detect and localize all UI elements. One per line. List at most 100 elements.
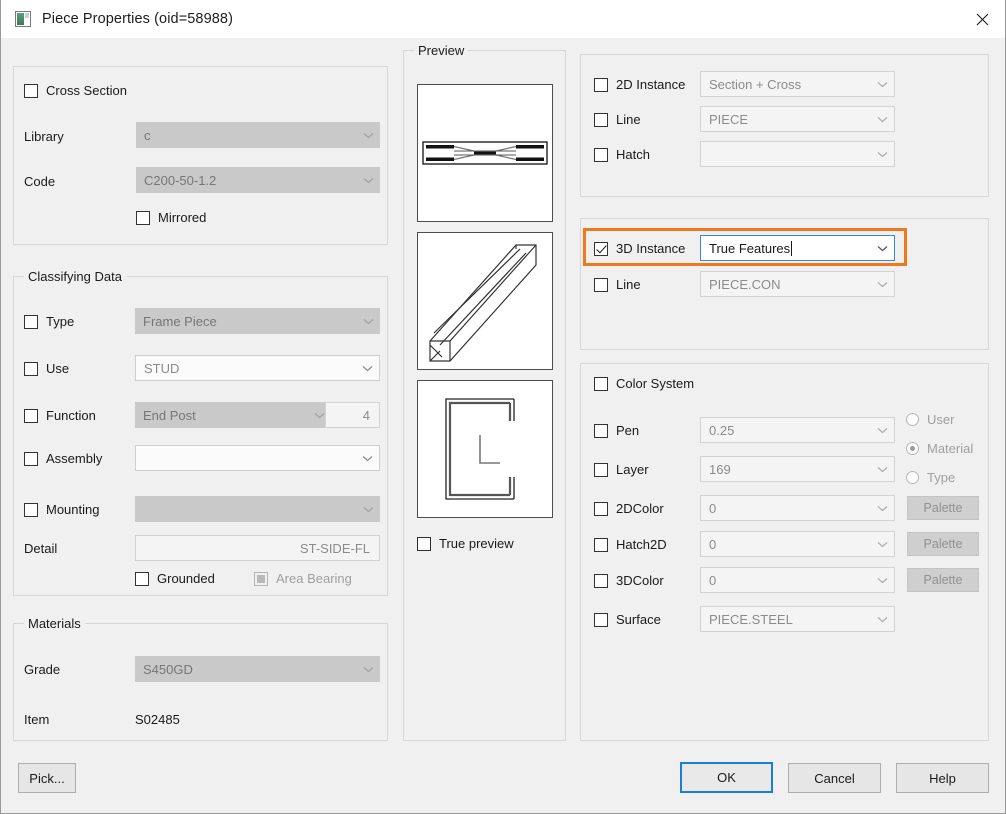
layer-combobox[interactable]: 169 <box>700 456 895 482</box>
cross-section-top-view <box>417 84 553 222</box>
grade-combobox[interactable]: S450GD <box>135 656 380 682</box>
ok-button[interactable]: OK <box>680 762 773 793</box>
instance-3d-combobox[interactable]: True Features <box>700 235 895 261</box>
instance-3d-checkbox[interactable] <box>594 242 608 256</box>
2dcolor-label: 2DColor <box>616 501 664 516</box>
surface-combobox[interactable]: PIECE.STEEL <box>700 606 895 632</box>
assembly-checkbox-row[interactable]: Assembly <box>24 451 102 466</box>
grounded-checkbox[interactable] <box>135 572 149 586</box>
instance-2d-combobox[interactable]: Section + Cross <box>700 71 895 97</box>
3dcolor-checkbox[interactable] <box>594 574 608 588</box>
true-preview-label: True preview <box>439 536 514 551</box>
3dcolor-combobox[interactable]: 0 <box>700 567 895 593</box>
detail-field[interactable]: ST-SIDE-FL <box>135 535 380 561</box>
function-checkbox-row[interactable]: Function <box>24 408 96 423</box>
library-value: c <box>136 128 356 143</box>
instance-2d-checkbox[interactable] <box>594 78 608 92</box>
line-2d-label: Line <box>616 112 641 127</box>
radio-user-row[interactable]: User <box>906 412 954 427</box>
true-preview-checkbox-row[interactable]: True preview <box>417 536 514 551</box>
line-3d-checkbox-row[interactable]: Line <box>594 277 641 292</box>
surface-checkbox[interactable] <box>594 613 608 627</box>
pick-button[interactable]: Pick... <box>18 763 76 793</box>
mirrored-checkbox[interactable] <box>136 211 150 225</box>
close-icon[interactable] <box>959 0 1005 38</box>
radio-type-row[interactable]: Type <box>906 470 955 485</box>
hatch-2d-checkbox[interactable] <box>594 148 608 162</box>
radio-type[interactable] <box>906 471 919 484</box>
hatch-2d-label: Hatch <box>616 147 650 162</box>
library-label: Library <box>24 129 64 144</box>
hatch2d-checkbox-row[interactable]: Hatch2D <box>594 537 667 552</box>
cancel-button[interactable]: Cancel <box>788 763 881 793</box>
mounting-combobox[interactable] <box>135 496 380 522</box>
3dcolor-checkbox-row[interactable]: 3DColor <box>594 573 664 588</box>
help-button[interactable]: Help <box>896 763 989 793</box>
hatch2d-combobox[interactable]: 0 <box>700 531 895 557</box>
line-2d-checkbox[interactable] <box>594 113 608 127</box>
use-value: STUD <box>136 361 355 376</box>
color-system-checkbox[interactable] <box>594 377 608 391</box>
pen-combobox[interactable]: 0.25 <box>700 417 895 443</box>
hatch2d-palette-button[interactable]: Palette <box>907 532 979 556</box>
line-2d-value: PIECE <box>701 112 870 127</box>
instance-2d-checkbox-row[interactable]: 2D Instance <box>594 77 685 92</box>
color-system-group: Color System Pen 0.25 Layer 169 2DC <box>580 363 989 741</box>
assembly-combobox[interactable] <box>135 445 380 471</box>
line-2d-combobox[interactable]: PIECE <box>700 106 895 132</box>
code-label: Code <box>24 174 55 189</box>
radio-user[interactable] <box>906 413 919 426</box>
hatch-2d-checkbox-row[interactable]: Hatch <box>594 147 650 162</box>
assembly-checkbox[interactable] <box>24 452 38 466</box>
true-preview-checkbox[interactable] <box>417 537 431 551</box>
hatch2d-checkbox[interactable] <box>594 538 608 552</box>
line-3d-checkbox[interactable] <box>594 278 608 292</box>
pen-checkbox-row[interactable]: Pen <box>594 423 639 438</box>
mirrored-checkbox-row[interactable]: Mirrored <box>136 210 206 225</box>
mirrored-label: Mirrored <box>158 210 206 225</box>
cross-section-checkbox-row[interactable]: Cross Section <box>24 83 127 98</box>
chevron-down-icon <box>870 568 894 592</box>
color-system-checkbox-row[interactable]: Color System <box>594 376 694 391</box>
pick-button-label: Pick... <box>29 771 64 786</box>
2dcolor-checkbox-row[interactable]: 2DColor <box>594 501 664 516</box>
2dcolor-checkbox[interactable] <box>594 502 608 516</box>
assembly-label: Assembly <box>46 451 102 466</box>
color-system-label: Color System <box>616 376 694 391</box>
library-combobox[interactable]: c <box>136 122 380 148</box>
type-combobox[interactable]: Frame Piece <box>135 308 380 334</box>
grounded-checkbox-row[interactable]: Grounded <box>135 571 215 586</box>
use-combobox[interactable]: STUD <box>135 355 380 381</box>
layer-checkbox[interactable] <box>594 463 608 477</box>
layer-checkbox-row[interactable]: Layer <box>594 462 649 477</box>
code-combobox[interactable]: C200-50-1.2 <box>136 167 380 193</box>
3dcolor-palette-button[interactable]: Palette <box>907 568 979 592</box>
detail-label: Detail <box>24 541 57 556</box>
hatch-2d-combobox[interactable] <box>700 141 895 167</box>
radio-type-label: Type <box>927 470 955 485</box>
type-checkbox-row[interactable]: Type <box>24 314 74 329</box>
2dcolor-palette-button[interactable]: Palette <box>907 496 979 520</box>
function-checkbox[interactable] <box>24 409 38 423</box>
radio-material[interactable] <box>906 442 919 455</box>
function-combobox[interactable]: End Post <box>135 402 331 428</box>
line-2d-checkbox-row[interactable]: Line <box>594 112 641 127</box>
use-checkbox-row[interactable]: Use <box>24 361 69 376</box>
line-3d-combobox[interactable]: PIECE.CON <box>700 271 895 297</box>
pen-checkbox[interactable] <box>594 424 608 438</box>
2dcolor-combobox[interactable]: 0 <box>700 495 895 521</box>
use-checkbox[interactable] <box>24 362 38 376</box>
surface-checkbox-row[interactable]: Surface <box>594 612 661 627</box>
line-3d-value: PIECE.CON <box>701 277 870 292</box>
surface-label: Surface <box>616 612 661 627</box>
chevron-down-icon <box>356 122 380 148</box>
instance-3d-checkbox-row[interactable]: 3D Instance <box>594 241 685 256</box>
window-titlebar: Piece Properties (oid=58988) <box>1 0 1005 38</box>
mounting-checkbox[interactable] <box>24 503 38 517</box>
type-checkbox[interactable] <box>24 315 38 329</box>
function-number-field[interactable]: 4 <box>325 402 380 428</box>
radio-material-row[interactable]: Material <box>906 441 973 456</box>
radio-user-label: User <box>927 412 954 427</box>
cross-section-checkbox[interactable] <box>24 84 38 98</box>
mounting-checkbox-row[interactable]: Mounting <box>24 502 99 517</box>
